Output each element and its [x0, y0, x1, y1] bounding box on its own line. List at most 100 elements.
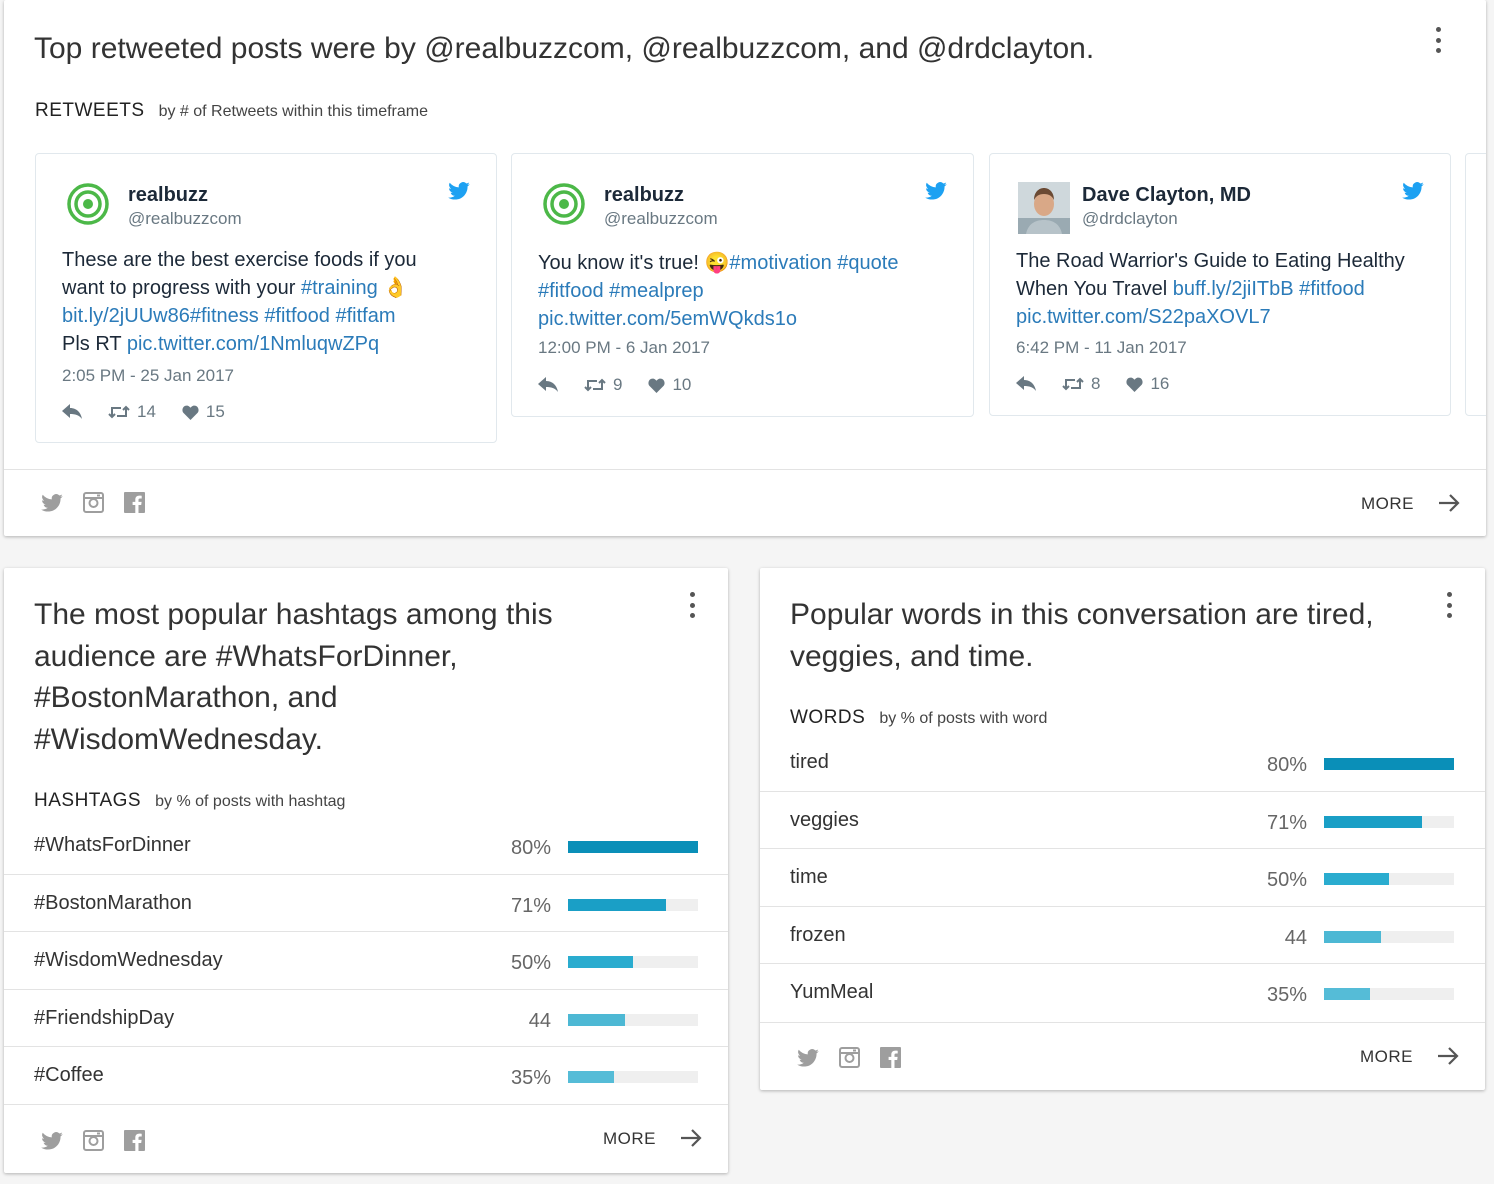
facebook-icon[interactable]: [124, 492, 145, 513]
bar-fill: [568, 956, 633, 968]
twitter-bird-icon[interactable]: [448, 182, 470, 200]
tweet-actions: 9 10: [538, 375, 717, 395]
bar-fill: [1324, 873, 1389, 885]
ok-hand-emoji: 👌: [383, 277, 409, 299]
instagram-icon[interactable]: [83, 492, 104, 513]
more-options-icon[interactable]: [687, 592, 697, 618]
bar-row[interactable]: #FriendshipDay 44: [4, 990, 728, 1047]
tweet-card[interactable]: realbuzz @realbuzzcom These are the best…: [35, 153, 497, 443]
row-label: time: [790, 866, 828, 888]
pic-link[interactable]: pic.twitter.com/5emWQkds1o: [538, 308, 797, 330]
bar-track: [1324, 815, 1454, 828]
hashtag-link[interactable]: #fitfood: [264, 305, 330, 327]
row-percent: 44: [528, 1009, 551, 1032]
arrow-right-icon[interactable]: [1437, 1046, 1459, 1066]
tweet-author-handle[interactable]: @drdclayton: [1082, 209, 1178, 229]
pic-link[interactable]: pic.twitter.com/S22paXOVL7: [1016, 306, 1271, 328]
like-button[interactable]: 10: [648, 375, 691, 395]
hashtag-link[interactable]: #fitfam: [335, 305, 395, 327]
instagram-icon[interactable]: [839, 1047, 860, 1068]
twitter-bird-icon[interactable]: [925, 182, 947, 200]
retweet-count: 9: [613, 375, 623, 394]
bar-track: [568, 841, 698, 853]
reply-button[interactable]: [1016, 376, 1036, 392]
retweet-icon: [108, 405, 130, 419]
tweet-timestamp[interactable]: 2:05 PM - 25 Jan 2017: [62, 366, 234, 386]
twitter-icon[interactable]: [797, 1048, 819, 1067]
bar-fill: [1324, 815, 1422, 828]
tweet-timestamp[interactable]: 6:42 PM - 11 Jan 2017: [1016, 338, 1187, 358]
social-filters: [797, 1047, 901, 1068]
tweet-author-name[interactable]: Dave Clayton, MD: [1082, 184, 1251, 207]
more-options-icon[interactable]: [1433, 27, 1443, 53]
words-card: Popular words in this conversation are t…: [760, 568, 1485, 1090]
tweet-card[interactable]: Dave Clayton, MD @drdclayton The Road Wa…: [989, 153, 1451, 416]
bar-track: [568, 1071, 698, 1083]
row-percent: 50%: [1266, 869, 1307, 891]
url-link[interactable]: buff.ly/2jiITbB: [1173, 278, 1294, 300]
section-label: RETWEETS by # of Retweets within this ti…: [35, 100, 428, 122]
hashtag-link[interactable]: #motivation: [729, 252, 831, 274]
retweet-icon: [584, 378, 606, 392]
twitter-icon[interactable]: [41, 493, 63, 512]
like-button[interactable]: 15: [182, 402, 225, 422]
retweet-button[interactable]: 8: [1062, 374, 1100, 394]
retweet-button[interactable]: 14: [108, 402, 156, 422]
more-link[interactable]: MORE: [1360, 1047, 1413, 1067]
hashtag-link[interactable]: #quote: [837, 252, 898, 274]
bar-row[interactable]: #WhatsForDinner 80%: [4, 817, 728, 875]
tweet-text: The Road Warrior's Guide to Eating Healt…: [1016, 250, 1405, 328]
hashtag-link[interactable]: #training: [301, 277, 378, 299]
row-label: #WhatsForDinner: [34, 834, 191, 856]
hashtag-link[interactable]: #fitfood: [538, 280, 604, 302]
hashtag-link[interactable]: #mealprep: [609, 280, 704, 302]
more-link[interactable]: MORE: [1361, 494, 1414, 514]
bar-row[interactable]: YumMeal 35%: [760, 964, 1485, 1022]
reply-button[interactable]: [538, 377, 558, 393]
tweet-card-partial[interactable]: [1465, 153, 1486, 416]
tweet-card[interactable]: realbuzz @realbuzzcom You know it's true…: [511, 153, 974, 417]
bar-fill: [568, 841, 698, 853]
instagram-icon[interactable]: [83, 1130, 104, 1151]
reply-icon: [538, 377, 558, 392]
tweet-author-name[interactable]: realbuzz: [128, 184, 208, 207]
tweet-text: These are the best exercise foods if you…: [62, 249, 417, 355]
row-label: YumMeal: [790, 981, 874, 1003]
bar-row[interactable]: #BostonMarathon 71%: [4, 875, 728, 932]
social-filters: [41, 492, 145, 513]
retweet-button[interactable]: 9: [584, 375, 622, 395]
bar-track: [568, 1013, 698, 1026]
tweet-author-name[interactable]: realbuzz: [604, 184, 684, 207]
twitter-icon[interactable]: [41, 1131, 63, 1150]
facebook-icon[interactable]: [124, 1130, 145, 1151]
bar-track: [1324, 758, 1454, 770]
hashtag-link[interactable]: #fitfood: [1299, 278, 1365, 300]
facebook-icon[interactable]: [880, 1047, 901, 1068]
pic-link[interactable]: pic.twitter.com/1NmluqwZPq: [127, 333, 379, 355]
reply-button[interactable]: [62, 404, 82, 420]
more-options-icon[interactable]: [1444, 592, 1454, 618]
row-percent: 35%: [1266, 984, 1307, 1006]
reply-icon: [1016, 376, 1036, 391]
row-label: tired: [790, 751, 829, 773]
bar-row[interactable]: time 50%: [760, 849, 1485, 907]
bar-row[interactable]: #Coffee 35%: [4, 1047, 728, 1105]
tweet-author-handle[interactable]: @realbuzzcom: [604, 209, 718, 229]
tweet-author-handle[interactable]: @realbuzzcom: [128, 209, 242, 229]
row-label: #WisdomWednesday: [34, 949, 223, 971]
bar-fill: [1324, 930, 1382, 943]
twitter-bird-icon[interactable]: [1402, 182, 1424, 200]
more-link[interactable]: MORE: [603, 1129, 656, 1149]
tweet-text: You know it's true! 😜#motivation #quote #…: [538, 252, 899, 330]
bar-row[interactable]: tired 80%: [760, 734, 1485, 792]
tweet-timestamp[interactable]: 12:00 PM - 6 Jan 2017: [538, 338, 710, 358]
arrow-right-icon[interactable]: [1438, 493, 1460, 513]
arrow-right-icon[interactable]: [680, 1128, 702, 1148]
bar-row[interactable]: veggies 71%: [760, 792, 1485, 849]
bar-row[interactable]: #WisdomWednesday 50%: [4, 932, 728, 990]
url-link[interactable]: bit.ly/2jUUw86#fitness: [62, 305, 259, 327]
bar-row[interactable]: frozen 44: [760, 907, 1485, 964]
like-button[interactable]: 16: [1126, 374, 1169, 394]
row-percent: 71%: [510, 894, 551, 917]
row-label: #FriendshipDay: [34, 1006, 175, 1029]
